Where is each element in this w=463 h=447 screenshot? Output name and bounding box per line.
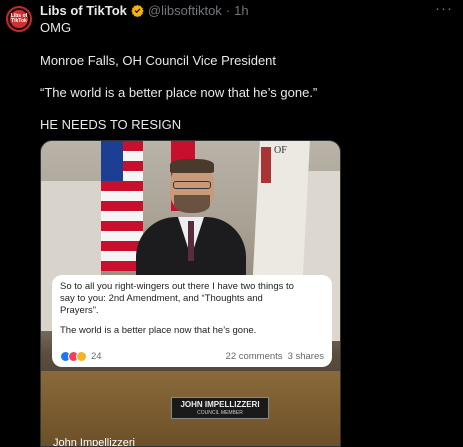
- nameplate: JOHN IMPELLIZZERI COUNCIL MEMBER: [171, 397, 269, 419]
- us-flag-canton: [101, 141, 123, 181]
- reaction-count: 24: [91, 351, 102, 362]
- comment-count: 22 comments: [225, 351, 283, 362]
- tweet-text-line: Monroe Falls, OH Council Vice President: [40, 53, 277, 68]
- tweet[interactable]: Libs of TikTok Libs of TikTok @libsoftik…: [0, 0, 463, 447]
- care-icon: [76, 351, 87, 362]
- handle[interactable]: @libsoftiktok: [148, 3, 222, 18]
- facebook-post-card: So to all you right-wingers out there I …: [52, 275, 332, 367]
- hair: [170, 159, 214, 173]
- fb-post-line: say to you: 2nd Amendment, and “Thoughts…: [60, 293, 263, 304]
- avatar-logo: Libs of TikTok: [10, 10, 28, 28]
- glasses: [173, 181, 211, 189]
- city-flag-text: OF: [274, 145, 287, 156]
- reaction-icons: [60, 351, 87, 362]
- city-flag-emblem: [261, 147, 271, 183]
- separator: ·: [225, 2, 231, 18]
- tweet-text-line: “The world is a better place now that he…: [40, 85, 318, 100]
- fb-post-line: So to all you right-wingers out there I …: [60, 281, 294, 292]
- fb-post-quote: The world is a better place now that he’…: [60, 325, 257, 336]
- display-name[interactable]: Libs of TikTok: [40, 3, 127, 18]
- tweet-text-line: OMG: [40, 20, 72, 35]
- nameplate-name: JOHN IMPELLIZZERI: [180, 400, 260, 409]
- share-count: 3 shares: [287, 351, 324, 362]
- media-caption: John Impellizzeri: [53, 437, 135, 447]
- fb-post-line: Prayers”.: [60, 305, 99, 316]
- beard: [174, 195, 210, 213]
- timestamp[interactable]: 1h: [234, 3, 248, 18]
- tie: [188, 221, 194, 261]
- tweet-text-line: HE NEEDS TO RESIGN: [40, 117, 182, 132]
- nameplate-title: COUNCIL MEMBER: [197, 410, 243, 416]
- avatar[interactable]: Libs of TikTok: [6, 6, 32, 32]
- fb-post-footer: 24 22 comments 3 shares: [60, 351, 324, 362]
- verified-badge-icon: [131, 4, 144, 17]
- tweet-header: Libs of TikTok @libsoftiktok · 1h: [40, 2, 249, 18]
- more-icon[interactable]: ···: [435, 0, 453, 17]
